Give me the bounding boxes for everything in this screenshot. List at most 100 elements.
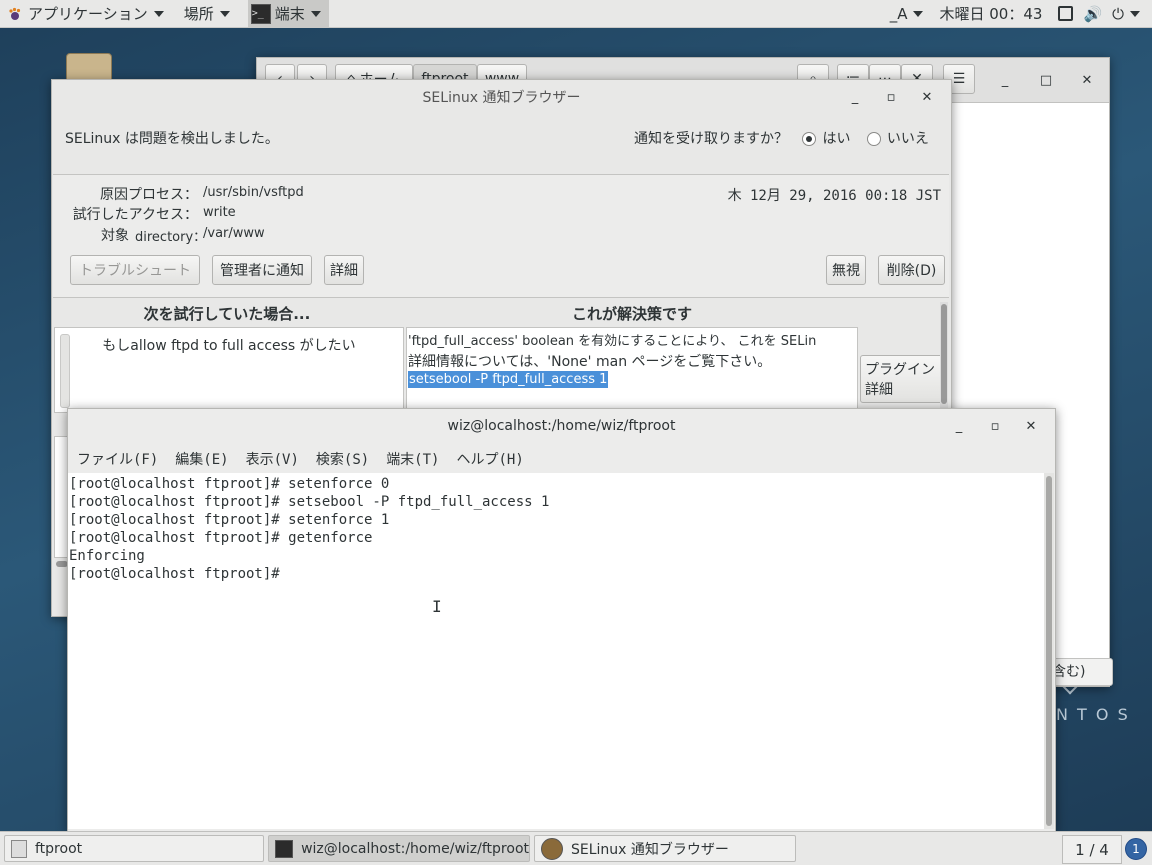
minimize-icon[interactable]: _ (837, 90, 873, 105)
maximize-icon[interactable]: □ (1028, 73, 1064, 88)
status-fragment: 含む) (1052, 664, 1086, 680)
scrollbar-thumb[interactable] (941, 304, 947, 404)
notify-no-label: いいえ (886, 131, 929, 147)
places-label: 場所 (183, 5, 214, 23)
selinux-window-controls: _ ▫ ✕ (837, 80, 945, 114)
ignore-button[interactable]: 無視 (826, 255, 866, 285)
task-terminal[interactable]: wiz@localhost:/home/wiz/ftproot (268, 835, 530, 862)
file-manager-window-controls: _ □ ✕ (987, 66, 1105, 94)
menu-edit[interactable]: 編集(E) (175, 449, 228, 469)
solution-cell: 'ftpd_full_access' boolean を有効にすることにより、 … (406, 327, 858, 413)
chevron-down-icon (310, 10, 321, 17)
terminal-line: [root@localhost ftproot]# setenforce 0 (69, 476, 390, 492)
clock[interactable]: 木曜日 00：43 (931, 0, 1050, 27)
details-label: 詳細 (330, 263, 358, 279)
notification-count: 1 (1132, 842, 1140, 856)
if-cell: もしallow ftpd to full access がしたい (54, 327, 404, 413)
applications-label: アプリケーション (28, 5, 148, 23)
details-button[interactable]: 詳細 (324, 255, 364, 285)
col-if-header: 次を試行していた場合... (143, 305, 311, 323)
close-icon[interactable]: ✕ (1069, 73, 1105, 88)
centos-logo-text: N T O S (1056, 705, 1130, 724)
minimize-icon[interactable]: _ (987, 73, 1023, 88)
terminal-output[interactable]: [root@localhost ftproot]# setenforce 0 [… (68, 473, 1044, 829)
scrollbar-thumb[interactable] (1046, 476, 1052, 826)
file-manager-icon (11, 839, 27, 858)
terminal-line: [root@localhost ftproot]# setenforce 1 (69, 512, 390, 528)
workspace-indicator[interactable]: 1 / 4 (1062, 835, 1122, 864)
target-label: 対象 (101, 228, 129, 244)
menu-help[interactable]: ヘルプ(H) (456, 449, 523, 469)
process-value: /usr/sbin/vsftpd (203, 185, 304, 200)
plugin-line1: プラグイン (865, 362, 935, 378)
clock-label: 木曜日 00：43 (939, 5, 1043, 23)
power-icon: ⏻ (1112, 4, 1124, 23)
terminal-icon (275, 839, 294, 858)
selinux-detected-text: SELinux は問題を検出しました。 (65, 131, 279, 147)
plugin-details-button[interactable]: プラグイン 詳細 (860, 355, 944, 403)
radio-empty-icon (866, 132, 881, 146)
alert-details-frame: 原因プロセス： /usr/sbin/vsftpd 試行したアクセス： write… (53, 174, 949, 298)
notification-badge[interactable]: 1 (1125, 838, 1147, 860)
selinux-icon (541, 837, 563, 860)
top-panel: アプリケーション 場所 >_ 端末 _A 木曜日 00：43 🔊 ⏻ (0, 0, 1152, 28)
close-icon[interactable]: ✕ (1013, 419, 1049, 434)
active-app-menu[interactable]: >_ 端末 (247, 0, 329, 27)
terminal-scrollbar[interactable] (1044, 473, 1054, 829)
maximize-icon[interactable]: ▫ (977, 419, 1013, 434)
chevron-down-icon (219, 10, 230, 17)
solution-line1: 'ftpd_full_access' boolean を有効にすることにより、 … (408, 334, 817, 349)
menu-search[interactable]: 検索(S) (316, 449, 369, 469)
input-method-menu[interactable]: _A (882, 0, 932, 27)
process-label: 原因プロセス： (100, 187, 198, 203)
menu-terminal[interactable]: 端末(T) (386, 449, 439, 469)
text-cursor-icon: I (432, 597, 442, 616)
notify-question-label: 通知を受け取りますか？ (634, 131, 788, 147)
delete-label: 削除(D) (886, 263, 937, 279)
terminal-menubar: ファイル(F) 編集(E) 表示(V) 検索(S) 端末(T) ヘルプ(H) (68, 445, 1055, 473)
troubleshoot-button[interactable]: トラブルシュート (70, 255, 200, 285)
selinux-scrollbar[interactable] (940, 302, 948, 412)
window-list-bar: ftproot wiz@localhost:/home/wiz/ftproot … (0, 831, 1152, 865)
notify-no-radio[interactable]: いいえ (866, 131, 929, 147)
notify-question: 通知を受け取りますか？ はい いいえ (634, 128, 929, 148)
ignore-label: 無視 (832, 263, 860, 279)
plugin-line2: 詳細 (865, 382, 893, 398)
notify-yes-label: はい (822, 131, 851, 147)
notify-admin-label: 管理者に通知 (220, 263, 304, 279)
window-icon (1058, 6, 1074, 21)
delete-button[interactable]: 削除(D) (878, 255, 945, 285)
terminal-line: [root@localhost ftproot]# (69, 566, 289, 582)
radio-selected-icon (802, 132, 817, 146)
close-icon[interactable]: ✕ (909, 90, 945, 105)
solution-line2: 詳細情報については、'None' man ページをご覧下さい。 (408, 354, 772, 370)
notify-admin-button[interactable]: 管理者に通知 (212, 255, 312, 285)
task-ftproot[interactable]: ftproot (4, 835, 264, 862)
task-label: SELinux 通知ブラウザー (571, 841, 729, 858)
applications-menu[interactable]: アプリケーション (0, 0, 172, 27)
terminal-line: [root@localhost ftproot]# getenforce (69, 530, 373, 546)
places-menu[interactable]: 場所 (176, 0, 238, 27)
maximize-icon[interactable]: ▫ (873, 90, 909, 105)
volume-icon: 🔊 (1083, 4, 1103, 23)
chevron-down-icon (1130, 10, 1140, 17)
system-menu[interactable]: 🔊 ⏻ (1050, 0, 1152, 27)
selinux-titlebar: SELinux 通知ブラウザー _ ▫ ✕ (52, 80, 951, 114)
troubleshoot-label: トラブルシュート (79, 263, 191, 279)
terminal-title: wiz@localhost:/home/wiz/ftproot (447, 418, 676, 434)
menu-view[interactable]: 表示(V) (246, 449, 299, 469)
terminal-titlebar: wiz@localhost:/home/wiz/ftproot _ ▫ ✕ (68, 409, 1055, 443)
minimize-icon[interactable]: _ (941, 419, 977, 434)
terminal-line: [root@localhost ftproot]# setsebool -P f… (69, 494, 550, 510)
notify-yes-radio[interactable]: はい (802, 131, 850, 147)
file-manager-status: 含む) (1047, 658, 1113, 686)
access-value: write (203, 205, 236, 220)
col-solution-header: これが解決策です (571, 305, 692, 323)
task-selinux[interactable]: SELinux 通知ブラウザー (534, 835, 796, 862)
gnome-foot-icon (8, 7, 22, 21)
solution-command[interactable]: setsebool -P ftpd_full_access 1 (408, 371, 609, 388)
task-label: wiz@localhost:/home/wiz/ftproot (301, 840, 529, 857)
menu-file[interactable]: ファイル(F) (77, 449, 158, 469)
if-text: もしallow ftpd to full access がしたい (102, 338, 356, 354)
access-label: 試行したアクセス： (72, 207, 198, 223)
